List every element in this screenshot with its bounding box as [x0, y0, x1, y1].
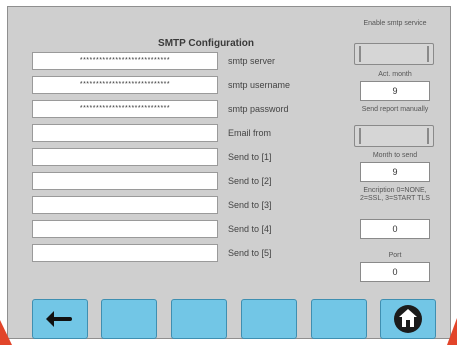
email-from-label: Email from [228, 128, 272, 138]
smtp-server-input[interactable]: **************************** [32, 52, 218, 70]
smtp-username-input[interactable]: **************************** [32, 76, 218, 94]
send-report-label: Send report manually [361, 106, 429, 113]
send-to-2-input[interactable] [32, 172, 218, 190]
function-button-4[interactable] [241, 299, 297, 339]
act-month-label: Act. month [378, 71, 412, 78]
encryption-input[interactable]: 0 [360, 219, 430, 239]
month-to-send-input[interactable]: 9 [360, 162, 430, 182]
function-button-2[interactable] [101, 299, 157, 339]
encryption-label: Encription 0=NONE, 2=SSL, 3=START TLS [360, 187, 430, 202]
send-to-5-label: Send to [5] [228, 248, 272, 258]
home-button[interactable] [380, 299, 436, 339]
port-input[interactable]: 0 [360, 262, 430, 282]
corner-accent-right [447, 318, 457, 345]
port-label: Port [388, 252, 402, 259]
back-button[interactable] [32, 299, 88, 339]
enable-smtp-label: Enable smtp service [363, 20, 427, 27]
send-report-toggle[interactable] [354, 125, 434, 147]
send-to-3-input[interactable] [32, 196, 218, 214]
email-from-input[interactable] [32, 124, 218, 142]
act-month-value: 9 [360, 81, 430, 101]
corner-accent-left [0, 320, 12, 345]
send-to-1-label: Send to [1] [228, 152, 272, 162]
send-to-4-label: Send to [4] [228, 224, 272, 234]
function-button-3[interactable] [171, 299, 227, 339]
send-to-4-input[interactable] [32, 220, 218, 238]
enable-smtp-toggle[interactable] [354, 43, 434, 65]
function-button-5[interactable] [311, 299, 367, 339]
smtp-password-label: smtp password [228, 104, 289, 114]
send-to-1-input[interactable] [32, 148, 218, 166]
smtp-server-label: smtp server [228, 56, 276, 66]
send-to-5-input[interactable] [32, 244, 218, 262]
smtp-config-screen: SMTP Configuration *********************… [7, 6, 451, 339]
arrow-left-icon [46, 311, 72, 327]
month-to-send-label: Month to send [372, 152, 418, 159]
smtp-username-label: smtp username [228, 80, 291, 90]
page-title: SMTP Configuration [158, 38, 254, 49]
smtp-password-input[interactable]: **************************** [32, 100, 218, 118]
home-icon [394, 305, 422, 333]
send-to-2-label: Send to [2] [228, 176, 272, 186]
send-to-3-label: Send to [3] [228, 200, 272, 210]
